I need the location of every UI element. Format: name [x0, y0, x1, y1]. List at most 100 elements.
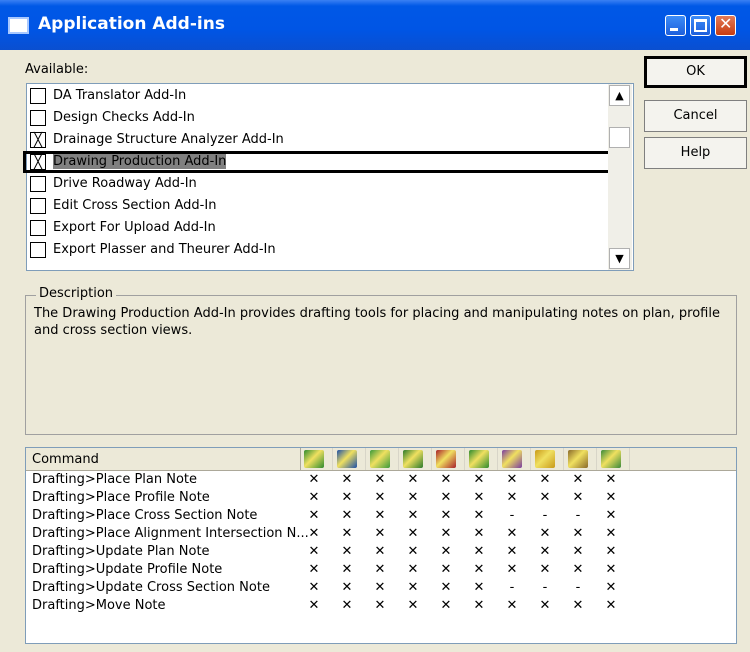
- command-cell: ✕: [440, 490, 452, 505]
- command-row[interactable]: Drafting>Place Profile Note ✕ ✕ ✕ ✕ ✕ ✕ ✕ ✕ ✕ ✕: [32, 490, 732, 507]
- command-name: Drafting>Place Profile Note: [32, 490, 210, 505]
- command-cell: ✕: [473, 508, 485, 523]
- close-button[interactable]: [715, 14, 736, 36]
- addin-checkbox[interactable]: [30, 242, 46, 258]
- command-column-icon[interactable]: [370, 450, 390, 468]
- scroll-up-button[interactable]: ▲: [609, 85, 630, 106]
- addin-checkbox[interactable]: [30, 88, 46, 104]
- command-column-icon[interactable]: [535, 450, 555, 468]
- command-cell: ✕: [407, 508, 419, 523]
- command-column-icon[interactable]: [436, 450, 456, 468]
- command-cell: ✕: [605, 544, 617, 559]
- command-cell: ✕: [440, 580, 452, 595]
- command-cell: ✕: [572, 562, 584, 577]
- column-divider: [464, 448, 465, 470]
- command-cell: ✕: [605, 526, 617, 541]
- command-name: Drafting>Update Plan Note: [32, 544, 210, 559]
- command-row[interactable]: Drafting>Update Plan Note ✕ ✕ ✕ ✕ ✕ ✕ ✕ ✕ ✕ ✕: [32, 544, 732, 561]
- available-item[interactable]: Drainage Structure Analyzer Add-In: [27, 130, 612, 150]
- addin-checkbox[interactable]: [30, 110, 46, 126]
- command-cell: ✕: [473, 544, 485, 559]
- command-cell: ✕: [539, 562, 551, 577]
- command-cell: ✕: [440, 544, 452, 559]
- addin-checkbox[interactable]: [30, 198, 46, 214]
- column-divider: [365, 448, 366, 470]
- command-cell: ✕: [341, 598, 353, 613]
- command-cell: ✕: [308, 544, 320, 559]
- available-list[interactable]: DA Translator Add-In Design Checks Add-In…: [26, 83, 634, 271]
- command-cell: ✕: [341, 580, 353, 595]
- addin-checkbox[interactable]: [30, 176, 46, 192]
- command-column-icon[interactable]: [502, 450, 522, 468]
- minimize-button[interactable]: [665, 15, 686, 36]
- command-cell: ✕: [539, 472, 551, 487]
- command-cell: ✕: [407, 580, 419, 595]
- command-list[interactable]: Command Drafting>Place Plan Note ✕ ✕ ✕ ✕ ✕ ✕ ✕ ✕…: [25, 447, 737, 644]
- scroll-thumb[interactable]: [609, 127, 630, 148]
- command-cell: ✕: [308, 562, 320, 577]
- available-item[interactable]: Export Plasser and Theurer Add-In: [27, 240, 612, 260]
- command-cell: -: [509, 580, 515, 595]
- description-title: Description: [36, 286, 117, 301]
- command-name: Drafting>Place Plan Note: [32, 472, 198, 487]
- scroll-down-button[interactable]: ▼: [609, 248, 630, 269]
- command-column-icon[interactable]: [337, 450, 357, 468]
- command-cell: ✕: [407, 562, 419, 577]
- available-item[interactable]: Export For Upload Add-In: [27, 218, 612, 238]
- addin-label: Export Plasser and Theurer Add-In: [53, 242, 276, 257]
- command-cell: ✕: [605, 508, 617, 523]
- available-item[interactable]: Design Checks Add-In: [27, 108, 612, 128]
- command-cell: ✕: [539, 598, 551, 613]
- command-row[interactable]: Drafting>Update Profile Note ✕ ✕ ✕ ✕ ✕ ✕ ✕ ✕ ✕ ✕: [32, 562, 732, 579]
- command-cell: ✕: [440, 472, 452, 487]
- command-cell: ✕: [407, 472, 419, 487]
- command-cell: ✕: [440, 508, 452, 523]
- command-cell: ✕: [572, 526, 584, 541]
- command-cell: ✕: [605, 580, 617, 595]
- command-cell: ✕: [308, 598, 320, 613]
- cancel-button[interactable]: Cancel: [644, 100, 747, 132]
- command-row[interactable]: Drafting>Place Alignment Intersection N.…: [32, 526, 732, 543]
- maximize-button[interactable]: [690, 15, 711, 36]
- help-button[interactable]: Help: [644, 137, 747, 169]
- command-column-icon[interactable]: [304, 450, 324, 468]
- command-cell: ✕: [308, 508, 320, 523]
- command-row[interactable]: Drafting>Move Note ✕ ✕ ✕ ✕ ✕ ✕ ✕ ✕ ✕ ✕: [32, 598, 732, 615]
- command-cell: ✕: [506, 544, 518, 559]
- command-cell: ✕: [407, 490, 419, 505]
- command-cell: ✕: [407, 598, 419, 613]
- ok-button[interactable]: OK: [644, 56, 747, 88]
- command-column-icon[interactable]: [601, 450, 621, 468]
- addin-checkbox[interactable]: [30, 132, 46, 148]
- column-divider: [596, 448, 597, 470]
- command-cell: ✕: [374, 472, 386, 487]
- addin-label: Drive Roadway Add-In: [53, 176, 197, 191]
- addin-label: Drainage Structure Analyzer Add-In: [53, 132, 284, 147]
- command-cell: ✕: [308, 490, 320, 505]
- command-cell: ✕: [605, 598, 617, 613]
- window-icon: [8, 17, 29, 34]
- command-column-icon[interactable]: [568, 450, 588, 468]
- command-cell: -: [575, 580, 581, 595]
- available-list-scrollbar[interactable]: ▲ ▼: [608, 84, 632, 270]
- command-cell: ✕: [473, 472, 485, 487]
- addin-checkbox[interactable]: [30, 220, 46, 236]
- command-list-header[interactable]: Command: [26, 448, 736, 471]
- command-cell: ✕: [473, 562, 485, 577]
- title-bar[interactable]: Application Add-ins: [0, 0, 750, 50]
- command-cell: ✕: [308, 472, 320, 487]
- available-item[interactable]: DA Translator Add-In: [27, 86, 612, 106]
- available-item[interactable]: Edit Cross Section Add-In: [27, 196, 612, 216]
- command-cell: ✕: [605, 472, 617, 487]
- command-row[interactable]: Drafting>Update Cross Section Note ✕ ✕ ✕ ✕ ✕ ✕…: [32, 580, 732, 597]
- command-cell: -: [542, 580, 548, 595]
- command-column-header[interactable]: Command: [32, 452, 99, 467]
- command-column-icon[interactable]: [469, 450, 489, 468]
- window-title: Application Add-ins: [38, 14, 225, 34]
- command-row[interactable]: Drafting>Place Cross Section Note ✕ ✕ ✕ ✕ ✕ ✕ -…: [32, 508, 732, 525]
- command-column-icon[interactable]: [403, 450, 423, 468]
- command-cell: ✕: [473, 598, 485, 613]
- available-item[interactable]: Drive Roadway Add-In: [27, 174, 612, 194]
- command-row[interactable]: Drafting>Place Plan Note ✕ ✕ ✕ ✕ ✕ ✕ ✕ ✕ ✕ ✕: [32, 472, 732, 489]
- header-divider: [300, 448, 301, 470]
